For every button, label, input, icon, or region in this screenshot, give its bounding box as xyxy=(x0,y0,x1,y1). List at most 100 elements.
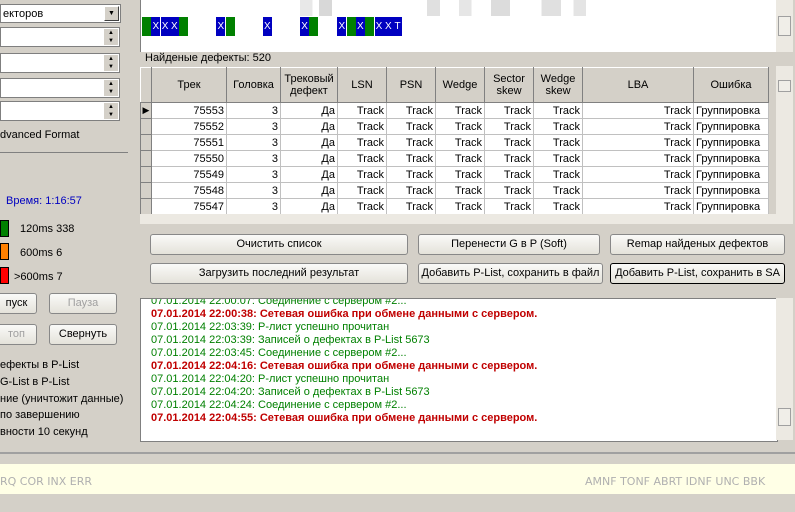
spin-field-1[interactable]: ▲ ▼ xyxy=(0,27,120,47)
table-cell: Track xyxy=(337,134,387,151)
header-sector-skew[interactable]: Sector skew xyxy=(484,67,534,103)
table-cell: 3 xyxy=(226,182,281,199)
table-cell: Track xyxy=(435,166,485,183)
spin-field-4[interactable]: ▲ ▼ xyxy=(0,101,120,121)
map-cell xyxy=(142,17,151,36)
table-cell: Track xyxy=(533,166,583,183)
table-hscroll[interactable] xyxy=(140,214,776,224)
table-cell: Группировка xyxy=(693,102,769,119)
map-cell: X xyxy=(374,17,384,36)
table-cell: Track xyxy=(582,150,694,167)
legend-label-over600ms: >600ms 7 xyxy=(14,271,63,283)
header-error[interactable]: Ошибка xyxy=(693,67,769,103)
table-cell: Группировка xyxy=(693,150,769,167)
add-plist-sa-button[interactable]: Добавить P-List, сохранить в SA xyxy=(610,263,785,284)
log-scrollbar[interactable] xyxy=(776,298,793,440)
map-scroll-thumb[interactable] xyxy=(778,16,791,36)
option-defects-to-plist[interactable]: ефекты в P-List xyxy=(0,359,79,371)
legend-swatch-red xyxy=(0,267,9,284)
table-cell: Track xyxy=(337,102,387,119)
row-indicator xyxy=(140,150,152,167)
header-head[interactable]: Головка xyxy=(226,67,281,103)
header-psn[interactable]: PSN xyxy=(386,67,436,103)
table-cell: Track xyxy=(582,182,694,199)
status-divider xyxy=(0,452,795,454)
table-cell: Track xyxy=(533,102,583,119)
table-cell: 3 xyxy=(226,166,281,183)
table-row[interactable]: 75547 3 Да Track Track Track Track Track Track Гр… xyxy=(140,198,769,215)
header-track[interactable]: Трек xyxy=(151,67,227,103)
map-cell: T xyxy=(393,17,403,36)
legend-label-120ms: 120ms 338 xyxy=(20,223,75,235)
clear-list-button[interactable]: Очистить список xyxy=(150,234,408,255)
map-cell xyxy=(309,17,319,36)
table-row[interactable]: 75552 3 Да Track Track Track Track Track Track Гр… xyxy=(140,118,769,135)
map-cell xyxy=(365,17,375,36)
table-scroll-thumb[interactable] xyxy=(778,80,791,92)
chevron-down-icon[interactable]: ▼ xyxy=(104,6,119,21)
divider xyxy=(0,152,128,153)
option-destroy-data[interactable]: ние (уничтожит данные) xyxy=(0,393,123,405)
header-wedge-skew[interactable]: Wedge skew xyxy=(533,67,583,103)
map-cell: X xyxy=(300,17,310,36)
table-row[interactable]: 75551 3 Да Track Track Track Track Track Track Гр… xyxy=(140,134,769,151)
map-cell xyxy=(290,17,300,36)
load-last-result-button[interactable]: Загрузить последний результат xyxy=(150,263,408,284)
table-cell: 3 xyxy=(226,118,281,135)
stop-button[interactable]: топ xyxy=(0,324,37,345)
header-wedge[interactable]: Wedge xyxy=(435,67,485,103)
option-on-completion[interactable]: по завершению xyxy=(0,409,80,421)
add-plist-file-button[interactable]: Добавить P-List, сохранить в файл xyxy=(418,263,603,284)
table-cell: Track xyxy=(533,150,583,167)
table-row[interactable]: 75549 3 Да Track Track Track Track Track Track Гр… xyxy=(140,166,769,183)
pause-button[interactable]: Пауза xyxy=(49,293,117,314)
remap-button[interactable]: Remap найденых дефектов xyxy=(610,234,785,255)
spin-arrows-icon[interactable]: ▲ ▼ xyxy=(104,29,118,45)
header-lsn[interactable]: LSN xyxy=(337,67,387,103)
table-cell: 75550 xyxy=(151,150,227,167)
start-button[interactable]: пуск xyxy=(0,293,37,314)
table-cell: Группировка xyxy=(693,166,769,183)
table-cell: Track xyxy=(337,166,387,183)
log-panel[interactable]: 07.01.2014 22:00:07: Соединение с сервер… xyxy=(140,298,778,442)
table-cell: Да xyxy=(280,150,338,167)
map-cell: X xyxy=(262,17,272,36)
spin-field-2[interactable]: ▲ ▼ xyxy=(0,53,120,73)
table-cell: Да xyxy=(280,102,338,119)
table-row[interactable]: 75550 3 Да Track Track Track Track Track Track Гр… xyxy=(140,150,769,167)
spin-arrows-icon[interactable]: ▲ ▼ xyxy=(104,103,118,119)
header-track-defect[interactable]: Трековый дефект xyxy=(280,67,338,103)
sectors-combo-value: екторов xyxy=(3,8,44,20)
spin-arrows-icon[interactable]: ▲ ▼ xyxy=(104,55,118,71)
table-cell: Группировка xyxy=(693,134,769,151)
spin-field-3[interactable]: ▲ ▼ xyxy=(0,78,120,98)
spin-arrows-icon[interactable]: ▲ ▼ xyxy=(104,80,118,96)
table-cell: Track xyxy=(533,182,583,199)
option-glist-to-plist[interactable]: G-List в P-List xyxy=(0,376,69,388)
table-cell: Track xyxy=(582,198,694,215)
legend-swatch-orange xyxy=(0,243,9,260)
header-lba[interactable]: LBA xyxy=(582,67,694,103)
table-row[interactable]: 75548 3 Да Track Track Track Track Track Track Гр… xyxy=(140,182,769,199)
map-cell xyxy=(253,17,263,36)
map-cell xyxy=(188,17,198,36)
table-scrollbar[interactable] xyxy=(776,66,793,224)
table-cell: Да xyxy=(280,134,338,151)
table-row[interactable]: ▶ 75553 3 Да Track Track Track Track Track Track Г… xyxy=(140,102,769,119)
map-cell xyxy=(197,17,207,36)
map-cell xyxy=(272,17,282,36)
table-header-row: Трек Головка Трековый дефект LSN PSN Wed… xyxy=(140,67,769,103)
move-g-to-p-button[interactable]: Перенести G в P (Soft) xyxy=(418,234,600,255)
map-cell xyxy=(281,17,291,36)
minimize-button[interactable]: Свернуть xyxy=(49,324,117,345)
table-cell: Track xyxy=(533,198,583,215)
defects-table[interactable]: Трек Головка Трековый дефект LSN PSN Wed… xyxy=(140,67,769,215)
log-line: 07.01.2014 22:04:55: Сетевая ошибка при … xyxy=(151,412,538,424)
row-indicator xyxy=(140,198,152,215)
sectors-combo[interactable]: екторов ▼ xyxy=(0,4,121,23)
table-cell: Track xyxy=(386,118,436,135)
table-cell: Да xyxy=(280,166,338,183)
option-10-seconds[interactable]: вности 10 секунд xyxy=(0,426,88,438)
log-scroll-thumb[interactable] xyxy=(778,408,791,426)
map-scrollbar[interactable] xyxy=(776,0,793,52)
